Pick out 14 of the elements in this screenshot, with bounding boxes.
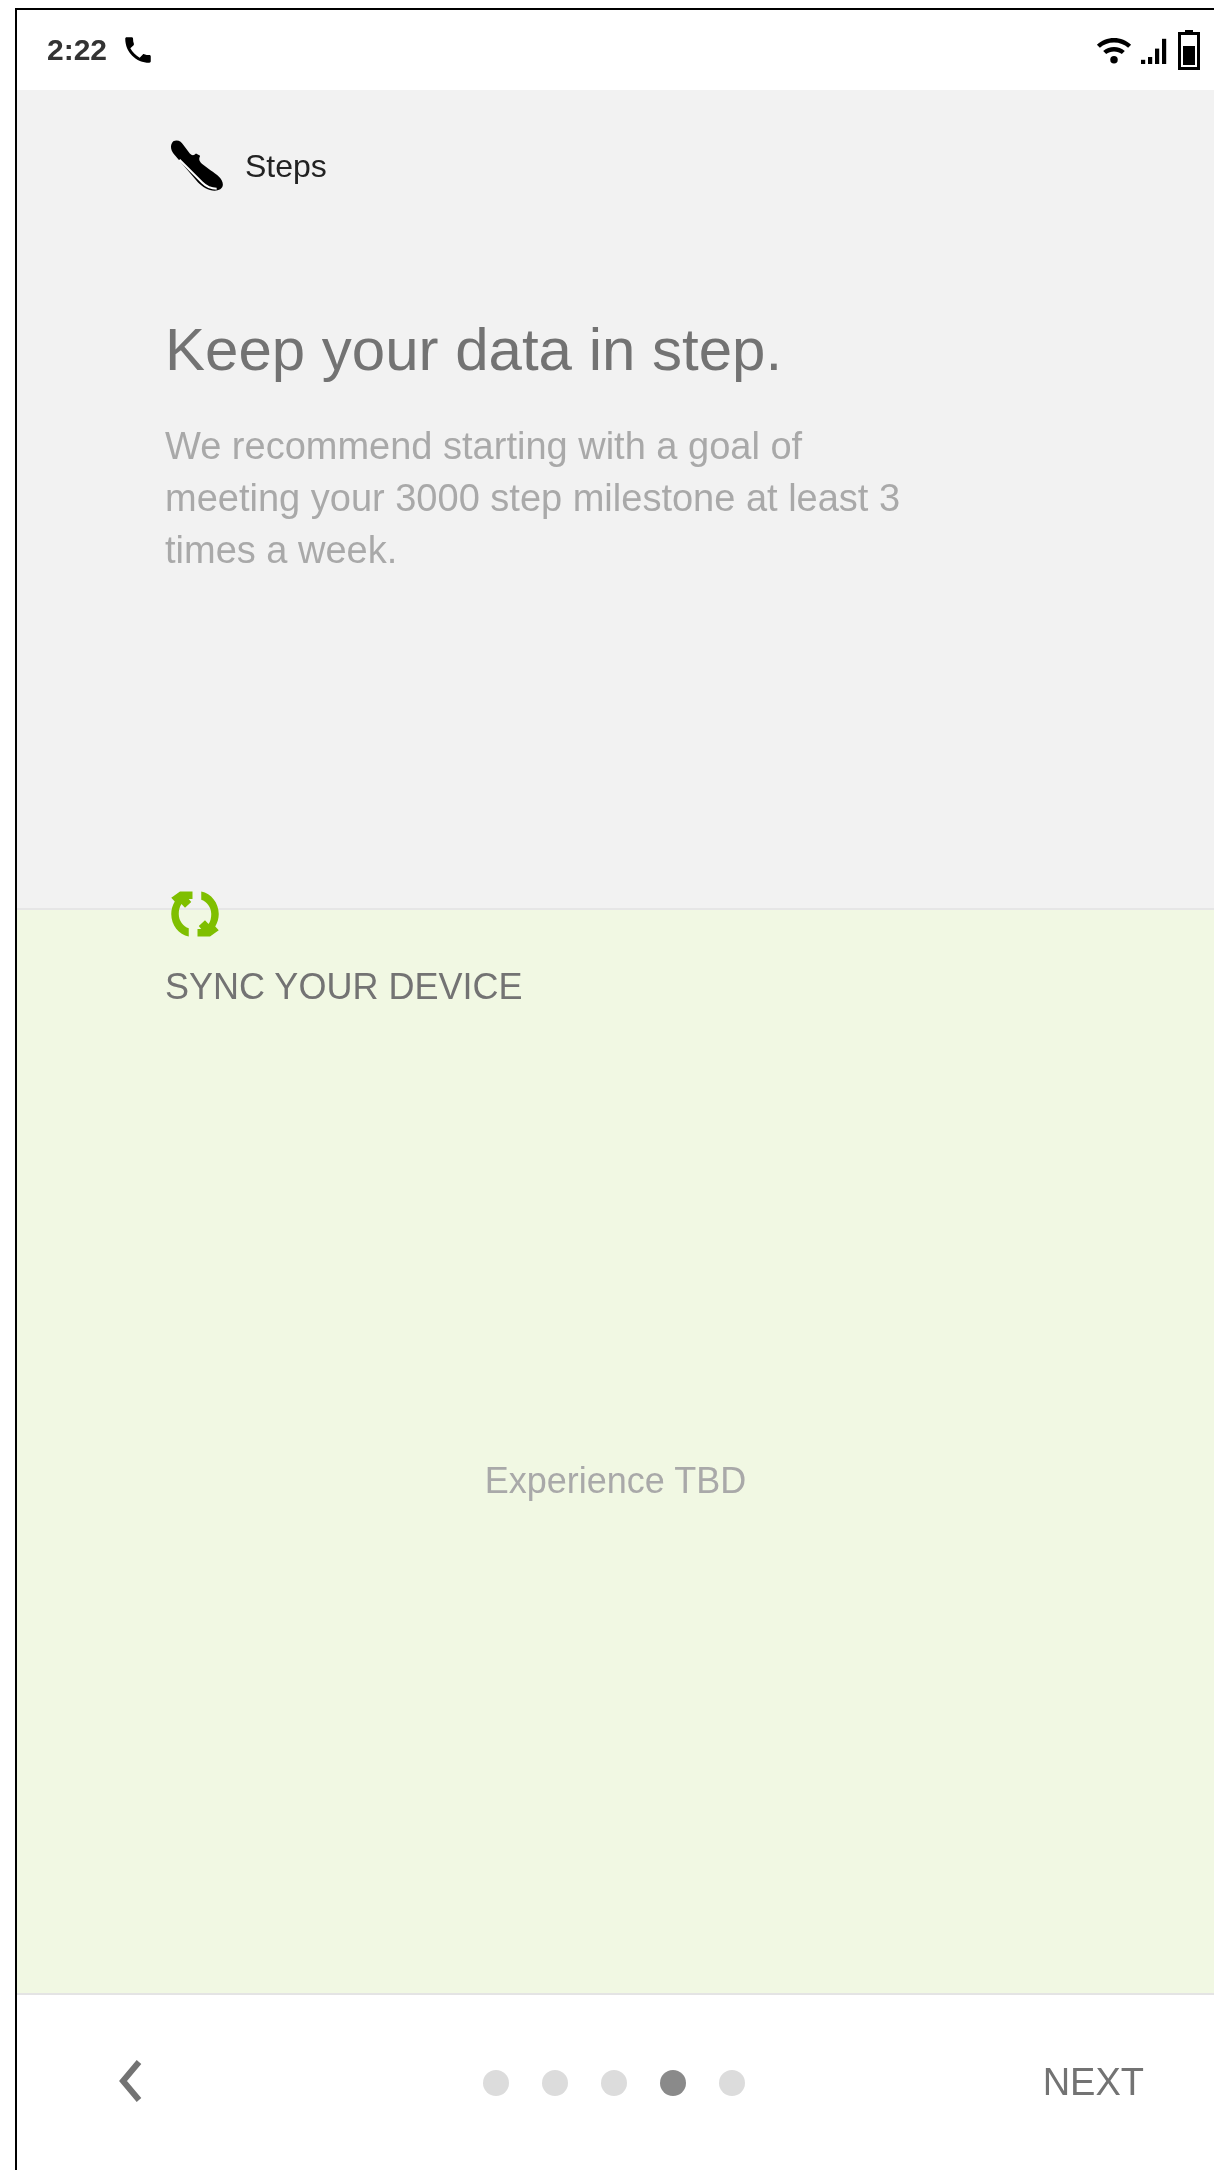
description-text: We recommend starting with a goal of meeting your 3000 step milestone at least 3 times a week. <box>165 424 902 573</box>
next-button[interactable]: NEXT <box>1032 2051 1154 2114</box>
page-dot[interactable] <box>718 2069 745 2096</box>
page-dot[interactable] <box>482 2069 509 2096</box>
status-time: 2:22 <box>47 33 108 67</box>
page-dot[interactable] <box>541 2069 568 2096</box>
placeholder-text: Experience TBD <box>484 1459 747 1502</box>
page-dot[interactable] <box>659 2069 686 2096</box>
header-label: Steps <box>245 147 327 185</box>
wifi-icon <box>1096 35 1132 65</box>
section-heading: SYNC YOUR DEVICE <box>165 966 524 1008</box>
page-dot[interactable] <box>600 2069 627 2096</box>
battery-icon <box>1178 30 1200 70</box>
page-title: Keep your data in step. <box>165 315 784 384</box>
